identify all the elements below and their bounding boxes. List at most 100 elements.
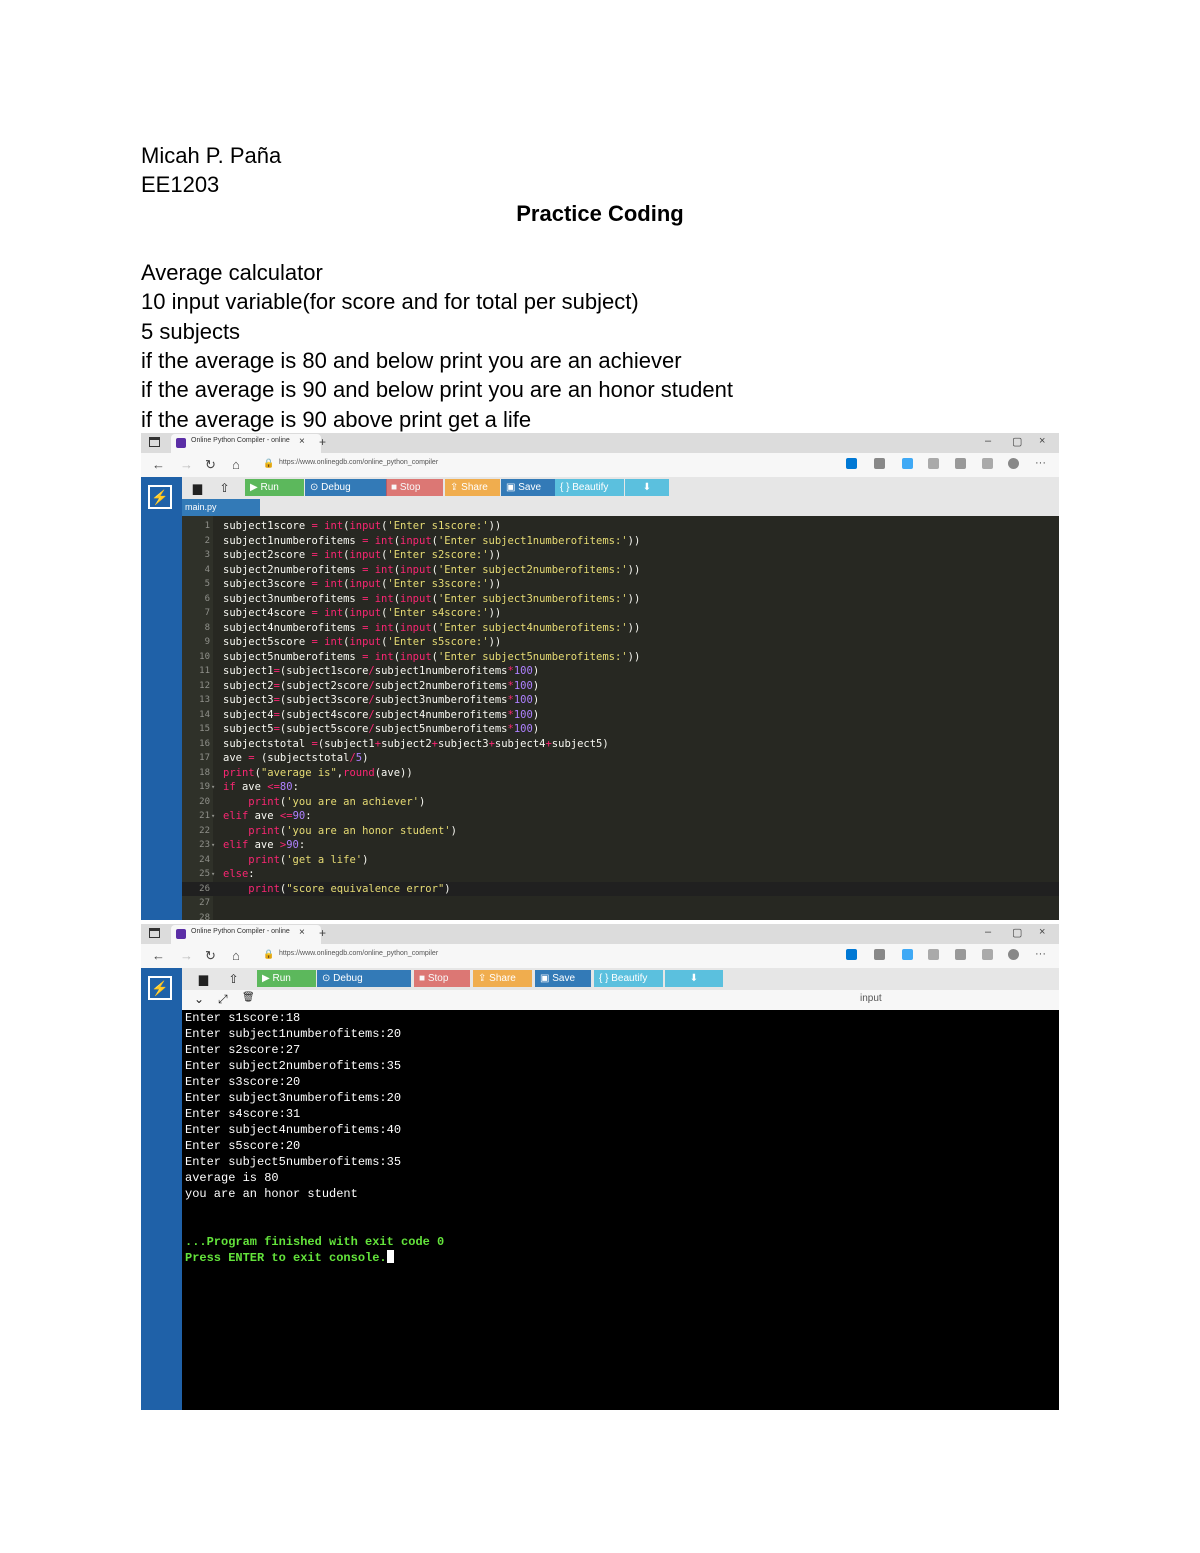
extension-icon[interactable] [846,458,857,469]
expand-icon[interactable]: ⤢ [218,992,228,1007]
profile-avatar[interactable] [1008,949,1019,960]
stop-button[interactable]: ■ Stop [414,970,470,987]
code-token: = [248,752,261,764]
code-token: else [223,868,249,880]
download-button[interactable]: ⬇ [625,479,669,496]
fold-toggle-icon[interactable]: ▾ [211,780,215,795]
home-icon[interactable]: ⌂ [232,457,240,472]
code-text: print('you are an honor student') [223,824,457,839]
browser-menu-icon[interactable]: ··· [1035,948,1046,960]
new-tab-icon[interactable]: + [319,926,326,940]
code-token: subject2 [223,679,274,692]
line-number: 2 [204,535,210,546]
code-line: 8 subject4numberofitems = int(input('Ente… [182,621,1059,636]
profile-avatar[interactable] [1008,458,1019,469]
restore-icon[interactable]: ▢ [1012,926,1022,939]
stop-button[interactable]: ■ Stop [386,479,443,496]
collapse-icon[interactable]: ⌄ [194,992,204,1006]
line-number: 7 [204,608,210,618]
code-editor[interactable]: 1 subject1score = int(input('Enter s1scor… [182,516,1059,920]
back-icon[interactable]: ← [152,457,165,472]
save-button[interactable]: ▣ Save [535,970,591,987]
extension-icon[interactable] [846,949,857,960]
save-button[interactable]: ▣ Save [501,479,555,496]
console-line: Enter s4score:31 [185,1107,301,1121]
download-button[interactable]: ⬇ [665,970,723,987]
restore-icon[interactable]: ▢ [1012,435,1022,448]
code-token: = [311,549,325,561]
code-token: subject4 [223,708,274,721]
url-field[interactable]: 🔒 https://www.onlinegdb.com/online_pytho… [257,456,787,473]
tab-close-icon[interactable]: × [299,436,305,447]
code-token: ave [241,781,268,793]
extension-icon[interactable] [874,458,885,469]
tab-actions-icon[interactable] [149,437,160,447]
refresh-icon[interactable]: ↻ [205,948,216,964]
debug-button[interactable]: ⊙ Debug [305,479,387,496]
forward-icon[interactable]: → [180,457,193,472]
code-token: print [248,795,280,808]
code-token: "average is" [260,766,337,779]
collections-icon[interactable] [982,949,993,960]
url-field[interactable]: 🔒 https://www.onlinegdb.com/online_pytho… [257,947,787,964]
favorites-icon[interactable] [955,949,966,960]
code-token: subject5score [223,636,312,648]
extension-icon[interactable] [902,949,913,960]
favorites-icon[interactable] [955,458,966,469]
code-token: subject3score [223,578,312,590]
home-icon[interactable]: ⌂ [232,948,240,963]
refresh-icon[interactable]: ↻ [205,457,216,473]
fold-toggle-icon[interactable]: ▾ [211,867,215,882]
run-button[interactable]: ▶ Run [245,479,304,496]
code-line: 21 ▾ elif ave <=90: [182,809,1059,824]
extension-icon[interactable] [902,458,913,469]
code-token: ) [450,824,457,837]
ide-toolbar: ▆ ⇧ ▶ Run ⊙ Debug ■ Stop ⇪ Share ▣ Save … [182,477,1059,499]
fold-toggle-icon[interactable]: ▾ [211,809,215,824]
forward-icon[interactable]: → [180,948,193,963]
beautify-button[interactable]: { } Beautify [594,970,663,987]
collections-icon[interactable] [982,458,993,469]
run-button[interactable]: ▶ Run [257,970,316,987]
new-tab-icon[interactable]: + [319,435,326,449]
exit-status-line: ...Program finished with exit code 0 [185,1235,445,1249]
browser-tab[interactable]: Online Python Compiler - online × [171,925,321,944]
code-text: subject3score = int(input('Enter s3score… [223,577,501,592]
file-tab-main[interactable]: main.py [182,499,260,516]
code-token: 'Enter subject4numberofitems:' [437,621,628,634]
output-console[interactable]: Enter s1score:18 Enter subject1numberofi… [182,1010,1059,1410]
minimize-icon[interactable]: – [985,435,991,447]
new-file-icon[interactable]: ▆ [190,968,217,990]
share-button[interactable]: ⇪ Share [445,479,500,496]
fold-toggle-icon[interactable]: ▾ [211,838,215,853]
file-tab-row: main.py [182,499,1059,516]
tab-actions-icon[interactable] [149,928,160,938]
code-line: 23 ▾ elif ave >90: [182,838,1059,853]
upload-icon[interactable]: ⇧ [220,968,247,990]
upload-icon[interactable]: ⇧ [211,477,238,499]
clear-console-icon[interactable]: 🗑 [242,992,255,1003]
code-line: 18 print("average is",round(ave)) [182,766,1059,781]
new-file-icon[interactable]: ▆ [184,477,211,499]
back-icon[interactable]: ← [152,948,165,963]
beautify-button[interactable]: { } Beautify [555,479,624,496]
code-token: = [311,636,325,648]
close-window-icon[interactable]: × [1039,926,1045,938]
browser-menu-icon[interactable]: ··· [1035,457,1046,469]
tab-close-icon[interactable]: × [299,927,305,938]
extension-icon[interactable] [928,949,939,960]
minimize-icon[interactable]: – [985,926,991,938]
extension-icon[interactable] [874,949,885,960]
line-number: 15 [199,724,210,734]
bolt-icon[interactable]: ⚡ [148,976,172,1000]
debug-button[interactable]: ⊙ Debug [317,970,411,987]
close-window-icon[interactable]: × [1039,435,1045,447]
browser-tab[interactable]: Online Python Compiler - online × [171,434,321,453]
bolt-icon[interactable]: ⚡ [148,485,172,509]
share-button[interactable]: ⇪ Share [473,970,532,987]
code-token: input [400,621,432,634]
code-token: ) [444,882,451,895]
extension-icon[interactable] [928,458,939,469]
